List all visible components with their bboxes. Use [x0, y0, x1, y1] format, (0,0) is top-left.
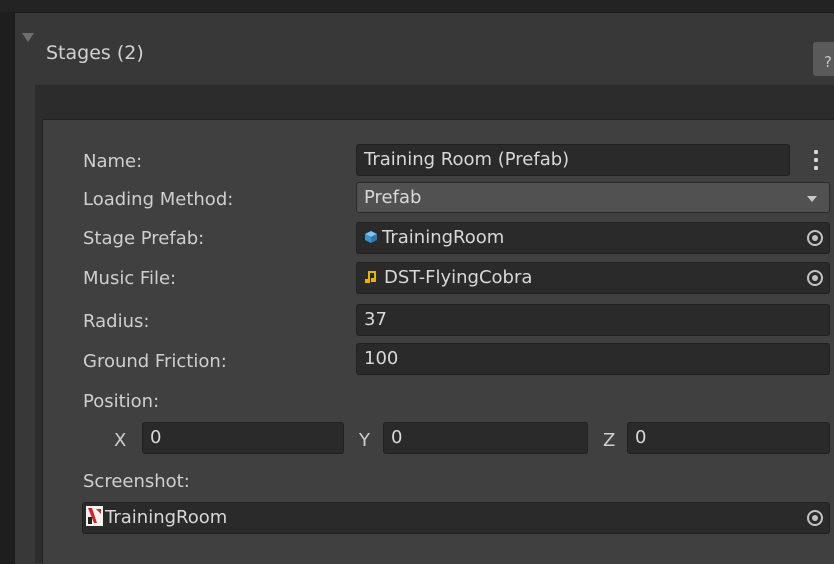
loading-method-dropdown[interactable]: Prefab	[356, 182, 830, 213]
prefab-cube-icon	[365, 231, 377, 243]
screenshot-value: TrainingRoom	[105, 507, 228, 528]
help-button[interactable]: ?	[813, 42, 834, 76]
position-y-field[interactable]: 0	[383, 422, 588, 454]
name-label: Name:	[83, 151, 143, 172]
position-x-field[interactable]: 0	[142, 422, 344, 454]
audio-clip-icon	[365, 271, 376, 283]
inspector-window: Stages (2) ? Name: Training Room (Prefab…	[0, 0, 834, 564]
radius-field[interactable]: 37	[356, 304, 830, 336]
music-file-label: Music File:	[83, 268, 177, 289]
ground-friction-field[interactable]: 100	[356, 343, 830, 375]
name-field[interactable]: Training Room (Prefab)	[356, 144, 790, 176]
texture-icon	[86, 506, 103, 526]
object-picker-icon[interactable]	[799, 263, 829, 293]
position-label: Position:	[83, 391, 160, 412]
stages-foldout-label[interactable]: Stages (2)	[46, 44, 144, 63]
position-z-field[interactable]: 0	[627, 422, 830, 454]
screenshot-label: Screenshot:	[83, 471, 190, 492]
music-file-field[interactable]: DST-FlyingCobra	[356, 262, 830, 294]
radius-label: Radius:	[83, 311, 150, 332]
position-x-label: X	[114, 430, 127, 451]
position-y-label: Y	[359, 430, 370, 451]
stage-prefab-field[interactable]: TrainingRoom	[356, 222, 830, 254]
stage-prefab-value: TrainingRoom	[382, 227, 505, 248]
object-picker-icon[interactable]	[799, 503, 829, 533]
object-picker-icon[interactable]	[799, 223, 829, 253]
music-file-value: DST-FlyingCobra	[384, 267, 533, 288]
kebab-menu-icon[interactable]	[812, 149, 820, 173]
dropdown-arrow-icon	[807, 196, 817, 202]
stage-prefab-label: Stage Prefab:	[83, 228, 205, 249]
loading-method-value: Prefab	[364, 187, 422, 208]
position-z-label: Z	[603, 430, 616, 451]
loading-method-label: Loading Method:	[83, 189, 234, 210]
screenshot-field[interactable]: TrainingRoom	[82, 502, 830, 534]
top-strip	[0, 0, 834, 12]
ground-friction-label: Ground Friction:	[83, 351, 227, 372]
foldout-arrow-icon[interactable]	[22, 33, 34, 42]
